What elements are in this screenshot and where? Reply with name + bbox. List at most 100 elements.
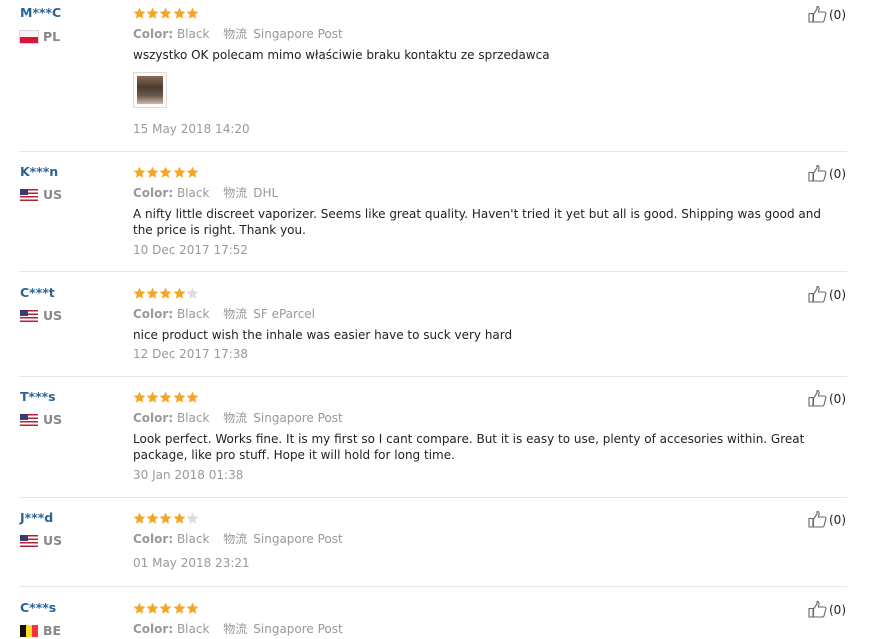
helpful-count: (0) [829, 391, 846, 406]
color-label: Color: [133, 307, 174, 321]
flag-us-icon [20, 309, 38, 322]
divider [19, 376, 847, 377]
reviewer-name[interactable]: M***C [20, 5, 61, 20]
divider [19, 271, 847, 272]
star-filled-icon [146, 512, 159, 524]
star-filled-icon [159, 602, 172, 614]
star-filled-icon [133, 602, 146, 614]
color-label: Color: [133, 27, 174, 41]
star-filled-icon [159, 7, 172, 19]
star-filled-icon [146, 287, 159, 299]
reviewer-country: US [20, 533, 62, 548]
helpful-button[interactable]: (0) [808, 165, 846, 182]
shipping-method: Singapore Post [253, 622, 343, 636]
logistics-icon: 物流 [223, 411, 248, 425]
logistics-icon: 物流 [223, 186, 248, 200]
helpful-button[interactable]: (0) [808, 601, 846, 618]
star-filled-icon [146, 7, 159, 19]
logistics-icon: 物流 [223, 307, 248, 321]
review-date: 12 Dec 2017 17:38 [133, 347, 249, 361]
country-code: US [43, 308, 63, 323]
review-text: Look perfect. Works fine. It is my first… [133, 432, 805, 462]
reviewer-country: US [20, 308, 62, 323]
star-filled-icon [173, 602, 185, 614]
star-empty-icon [186, 287, 199, 299]
color-value: Black [176, 27, 210, 41]
color-label: Color: [133, 532, 174, 546]
review-date: 10 Dec 2017 17:52 [133, 243, 249, 257]
color-label: Color: [133, 186, 174, 200]
logistics-icon: 物流 [223, 622, 248, 636]
country-code: US [43, 533, 63, 548]
reviewer-name[interactable]: T***s [20, 389, 56, 404]
flag-be-icon [20, 624, 38, 637]
thumbs-up-icon [808, 511, 829, 528]
review-meta: Color: Black 物流 Singapore Post [133, 530, 343, 547]
country-code: US [43, 187, 63, 202]
flag-pl-icon [19, 29, 39, 44]
reviewer-name[interactable]: K***n [20, 164, 58, 179]
review-meta: Color: Black 物流 Singapore Post [133, 409, 343, 426]
review-meta: Color: Black 物流 Singapore Post [133, 620, 343, 637]
star-filled-icon [159, 512, 172, 524]
star-filled-icon [133, 287, 146, 299]
divider [19, 586, 847, 587]
divider [19, 151, 847, 152]
color-value: Black [176, 186, 210, 200]
flag-us-icon [20, 413, 38, 426]
color-label: Color: [133, 411, 174, 425]
thumbs-up-icon [808, 6, 829, 23]
thumbs-up-icon [808, 601, 829, 618]
review-photo-thumbnail[interactable] [133, 72, 167, 108]
star-filled-icon [133, 391, 146, 403]
star-filled-icon [133, 7, 146, 19]
star-filled-icon [186, 7, 199, 19]
reviewer-name[interactable]: C***t [20, 285, 55, 300]
color-label: Color: [133, 622, 174, 636]
review-date: 01 May 2018 23:21 [133, 556, 250, 570]
color-value: Black [176, 411, 210, 425]
review-meta: Color: Black 物流 DHL [133, 184, 278, 201]
flag-us-icon [20, 188, 38, 201]
reviewer-country: BE [20, 623, 61, 638]
helpful-count: (0) [829, 7, 846, 22]
helpful-button[interactable]: (0) [808, 6, 846, 23]
star-filled-icon [173, 166, 185, 178]
country-code: PL [43, 29, 61, 44]
review-text: wszystko OK polecam mimo właściwie braku… [133, 48, 550, 62]
color-value: Black [176, 622, 210, 636]
shipping-method: DHL [253, 186, 279, 200]
star-filled-icon [186, 166, 199, 178]
star-filled-icon [133, 512, 146, 524]
star-filled-icon [186, 602, 199, 614]
star-filled-icon [173, 287, 185, 299]
shipping-method: Singapore Post [253, 27, 343, 41]
color-value: Black [176, 307, 210, 321]
logistics-icon: 物流 [223, 27, 248, 41]
star-filled-icon [146, 391, 159, 403]
helpful-button[interactable]: (0) [808, 511, 846, 528]
thumbs-up-icon [808, 165, 829, 182]
thumbs-up-icon [808, 390, 829, 407]
star-filled-icon [173, 7, 185, 19]
star-filled-icon [146, 602, 159, 614]
helpful-button[interactable]: (0) [808, 286, 846, 303]
review-meta: Color: Black 物流 SF eParcel [133, 305, 315, 322]
review-date: 15 May 2018 14:20 [133, 122, 250, 136]
country-code: US [43, 412, 63, 427]
logistics-icon: 物流 [223, 532, 248, 546]
helpful-button[interactable]: (0) [808, 390, 846, 407]
star-empty-icon [186, 512, 199, 524]
review-meta: Color: Black 物流 Singapore Post [133, 25, 343, 42]
star-rating [133, 512, 199, 525]
star-rating [133, 166, 199, 179]
reviewer-name[interactable]: J***d [20, 510, 53, 525]
star-filled-icon [146, 166, 159, 178]
thumbs-up-icon [808, 286, 829, 303]
star-rating [133, 7, 199, 20]
flag-us-icon [20, 534, 38, 547]
star-rating [133, 602, 199, 615]
helpful-count: (0) [829, 512, 846, 527]
helpful-count: (0) [829, 602, 846, 617]
reviewer-name[interactable]: C***s [20, 600, 56, 615]
